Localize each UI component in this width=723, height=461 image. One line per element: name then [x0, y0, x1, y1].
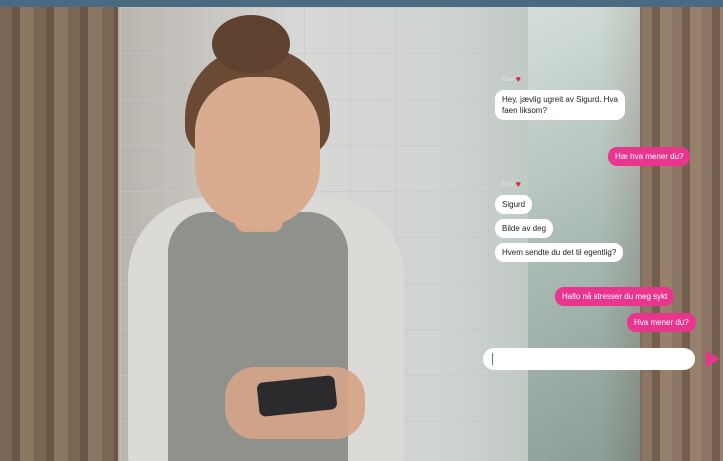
message-text: Hey, jævlig ugreit av Sigurd. Hva [502, 95, 618, 104]
heart-icon: ♥ [515, 74, 522, 84]
chat-overlay: Else ♥ Hey, jævlig ugreit av Sigurd. Hva… [0, 0, 723, 461]
sender-tag: Else ♥ [502, 180, 521, 189]
sender-tag: Else ♥ [502, 75, 521, 84]
message-received: Hey, jævlig ugreit av Sigurd. Hva faen l… [495, 90, 625, 120]
text-caret [492, 353, 493, 365]
message-sent: Hallo nå stresser du meg sykt [555, 287, 675, 306]
heart-icon: ♥ [515, 179, 522, 189]
message-received: Sigurd [495, 195, 533, 214]
message-input[interactable] [483, 348, 695, 370]
message-sent: Hva mener du? [627, 313, 696, 332]
sender-name: Else [502, 181, 514, 188]
sender-name: Else [502, 76, 514, 83]
message-received: Hvem sendte du det til egentlig? [495, 243, 624, 262]
message-sent: Hæ hva mener du? [608, 147, 691, 166]
message-received: Bilde av deg [495, 219, 554, 238]
send-arrow-icon[interactable] [706, 351, 720, 367]
message-text: faen liksom? [502, 106, 547, 115]
